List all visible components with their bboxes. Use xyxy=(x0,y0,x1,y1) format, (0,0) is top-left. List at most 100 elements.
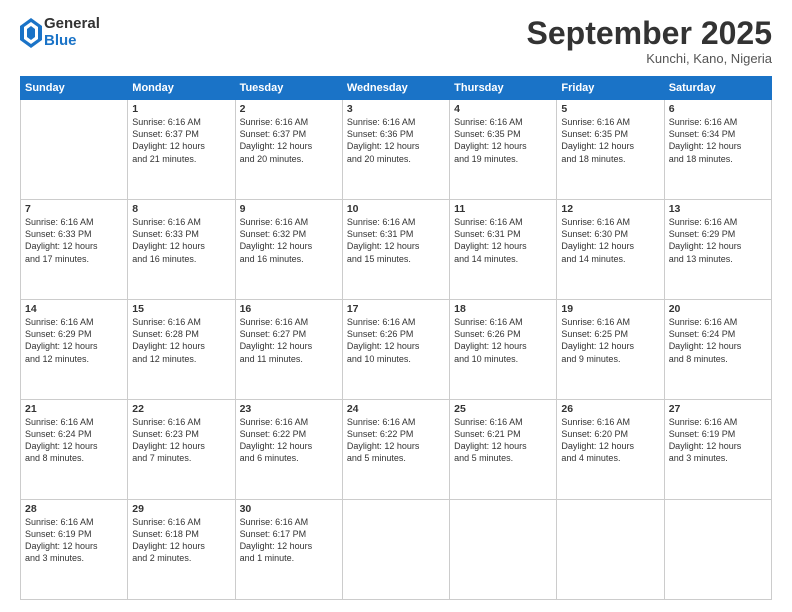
day-info: Sunrise: 6:16 AMSunset: 6:33 PMDaylight:… xyxy=(132,216,230,265)
calendar-table: Sunday Monday Tuesday Wednesday Thursday… xyxy=(20,76,772,600)
logo-blue-text: Blue xyxy=(44,33,100,50)
day-cell-w5-d2: 29Sunrise: 6:16 AMSunset: 6:18 PMDayligh… xyxy=(128,500,235,600)
day-cell-w4-d1: 21Sunrise: 6:16 AMSunset: 6:24 PMDayligh… xyxy=(21,400,128,500)
col-wednesday: Wednesday xyxy=(342,77,449,100)
day-info: Sunrise: 6:16 AMSunset: 6:37 PMDaylight:… xyxy=(132,116,230,165)
day-number: 11 xyxy=(454,203,552,215)
day-cell-w1-d2: 1Sunrise: 6:16 AMSunset: 6:37 PMDaylight… xyxy=(128,100,235,200)
week-row-5: 28Sunrise: 6:16 AMSunset: 6:19 PMDayligh… xyxy=(21,500,772,600)
day-info: Sunrise: 6:16 AMSunset: 6:24 PMDaylight:… xyxy=(25,416,123,465)
col-tuesday: Tuesday xyxy=(235,77,342,100)
day-info: Sunrise: 6:16 AMSunset: 6:26 PMDaylight:… xyxy=(347,316,445,365)
day-info: Sunrise: 6:16 AMSunset: 6:35 PMDaylight:… xyxy=(454,116,552,165)
day-info: Sunrise: 6:16 AMSunset: 6:30 PMDaylight:… xyxy=(561,216,659,265)
day-cell-w1-d7: 6Sunrise: 6:16 AMSunset: 6:34 PMDaylight… xyxy=(664,100,771,200)
day-number: 18 xyxy=(454,303,552,315)
day-number: 7 xyxy=(25,203,123,215)
day-cell-w5-d5 xyxy=(450,500,557,600)
day-info: Sunrise: 6:16 AMSunset: 6:19 PMDaylight:… xyxy=(669,416,767,465)
day-cell-w4-d5: 25Sunrise: 6:16 AMSunset: 6:21 PMDayligh… xyxy=(450,400,557,500)
day-cell-w2-d1: 7Sunrise: 6:16 AMSunset: 6:33 PMDaylight… xyxy=(21,200,128,300)
day-number: 23 xyxy=(240,403,338,415)
day-number: 3 xyxy=(347,103,445,115)
day-number: 12 xyxy=(561,203,659,215)
day-info: Sunrise: 6:16 AMSunset: 6:22 PMDaylight:… xyxy=(347,416,445,465)
day-number: 26 xyxy=(561,403,659,415)
day-cell-w2-d5: 11Sunrise: 6:16 AMSunset: 6:31 PMDayligh… xyxy=(450,200,557,300)
header: General Blue September 2025 Kunchi, Kano… xyxy=(20,16,772,66)
day-number: 8 xyxy=(132,203,230,215)
day-cell-w3-d1: 14Sunrise: 6:16 AMSunset: 6:29 PMDayligh… xyxy=(21,300,128,400)
day-cell-w2-d4: 10Sunrise: 6:16 AMSunset: 6:31 PMDayligh… xyxy=(342,200,449,300)
day-cell-w5-d7 xyxy=(664,500,771,600)
day-info: Sunrise: 6:16 AMSunset: 6:31 PMDaylight:… xyxy=(347,216,445,265)
day-cell-w3-d2: 15Sunrise: 6:16 AMSunset: 6:28 PMDayligh… xyxy=(128,300,235,400)
col-friday: Friday xyxy=(557,77,664,100)
day-number: 17 xyxy=(347,303,445,315)
week-row-3: 14Sunrise: 6:16 AMSunset: 6:29 PMDayligh… xyxy=(21,300,772,400)
logo: General Blue xyxy=(20,16,100,49)
day-number: 10 xyxy=(347,203,445,215)
col-sunday: Sunday xyxy=(21,77,128,100)
day-info: Sunrise: 6:16 AMSunset: 6:25 PMDaylight:… xyxy=(561,316,659,365)
week-row-2: 7Sunrise: 6:16 AMSunset: 6:33 PMDaylight… xyxy=(21,200,772,300)
day-number: 13 xyxy=(669,203,767,215)
day-info: Sunrise: 6:16 AMSunset: 6:36 PMDaylight:… xyxy=(347,116,445,165)
day-info: Sunrise: 6:16 AMSunset: 6:23 PMDaylight:… xyxy=(132,416,230,465)
day-info: Sunrise: 6:16 AMSunset: 6:32 PMDaylight:… xyxy=(240,216,338,265)
day-cell-w4-d3: 23Sunrise: 6:16 AMSunset: 6:22 PMDayligh… xyxy=(235,400,342,500)
day-number: 24 xyxy=(347,403,445,415)
day-info: Sunrise: 6:16 AMSunset: 6:22 PMDaylight:… xyxy=(240,416,338,465)
page: General Blue September 2025 Kunchi, Kano… xyxy=(0,0,792,612)
location: Kunchi, Kano, Nigeria xyxy=(527,51,772,66)
day-info: Sunrise: 6:16 AMSunset: 6:26 PMDaylight:… xyxy=(454,316,552,365)
day-info: Sunrise: 6:16 AMSunset: 6:28 PMDaylight:… xyxy=(132,316,230,365)
day-number: 27 xyxy=(669,403,767,415)
day-cell-w1-d1 xyxy=(21,100,128,200)
day-number: 4 xyxy=(454,103,552,115)
logo-text: General Blue xyxy=(44,16,100,49)
day-number: 15 xyxy=(132,303,230,315)
day-number: 16 xyxy=(240,303,338,315)
day-number: 5 xyxy=(561,103,659,115)
day-info: Sunrise: 6:16 AMSunset: 6:20 PMDaylight:… xyxy=(561,416,659,465)
day-info: Sunrise: 6:16 AMSunset: 6:17 PMDaylight:… xyxy=(240,516,338,565)
day-cell-w4-d2: 22Sunrise: 6:16 AMSunset: 6:23 PMDayligh… xyxy=(128,400,235,500)
day-cell-w3-d7: 20Sunrise: 6:16 AMSunset: 6:24 PMDayligh… xyxy=(664,300,771,400)
logo-icon xyxy=(20,18,42,48)
day-info: Sunrise: 6:16 AMSunset: 6:24 PMDaylight:… xyxy=(669,316,767,365)
day-cell-w2-d7: 13Sunrise: 6:16 AMSunset: 6:29 PMDayligh… xyxy=(664,200,771,300)
day-number: 1 xyxy=(132,103,230,115)
day-cell-w3-d5: 18Sunrise: 6:16 AMSunset: 6:26 PMDayligh… xyxy=(450,300,557,400)
day-cell-w2-d3: 9Sunrise: 6:16 AMSunset: 6:32 PMDaylight… xyxy=(235,200,342,300)
week-row-4: 21Sunrise: 6:16 AMSunset: 6:24 PMDayligh… xyxy=(21,400,772,500)
col-monday: Monday xyxy=(128,77,235,100)
day-number: 2 xyxy=(240,103,338,115)
day-number: 9 xyxy=(240,203,338,215)
day-number: 6 xyxy=(669,103,767,115)
day-cell-w5-d1: 28Sunrise: 6:16 AMSunset: 6:19 PMDayligh… xyxy=(21,500,128,600)
day-number: 20 xyxy=(669,303,767,315)
title-block: September 2025 Kunchi, Kano, Nigeria xyxy=(527,16,772,66)
day-info: Sunrise: 6:16 AMSunset: 6:35 PMDaylight:… xyxy=(561,116,659,165)
day-number: 14 xyxy=(25,303,123,315)
day-cell-w2-d2: 8Sunrise: 6:16 AMSunset: 6:33 PMDaylight… xyxy=(128,200,235,300)
day-cell-w3-d4: 17Sunrise: 6:16 AMSunset: 6:26 PMDayligh… xyxy=(342,300,449,400)
logo-general-text: General xyxy=(44,16,100,33)
day-cell-w2-d6: 12Sunrise: 6:16 AMSunset: 6:30 PMDayligh… xyxy=(557,200,664,300)
day-cell-w3-d3: 16Sunrise: 6:16 AMSunset: 6:27 PMDayligh… xyxy=(235,300,342,400)
day-number: 19 xyxy=(561,303,659,315)
day-info: Sunrise: 6:16 AMSunset: 6:21 PMDaylight:… xyxy=(454,416,552,465)
day-cell-w1-d6: 5Sunrise: 6:16 AMSunset: 6:35 PMDaylight… xyxy=(557,100,664,200)
day-info: Sunrise: 6:16 AMSunset: 6:33 PMDaylight:… xyxy=(25,216,123,265)
day-number: 22 xyxy=(132,403,230,415)
day-info: Sunrise: 6:16 AMSunset: 6:37 PMDaylight:… xyxy=(240,116,338,165)
week-row-1: 1Sunrise: 6:16 AMSunset: 6:37 PMDaylight… xyxy=(21,100,772,200)
day-info: Sunrise: 6:16 AMSunset: 6:29 PMDaylight:… xyxy=(669,216,767,265)
day-cell-w1-d3: 2Sunrise: 6:16 AMSunset: 6:37 PMDaylight… xyxy=(235,100,342,200)
day-info: Sunrise: 6:16 AMSunset: 6:31 PMDaylight:… xyxy=(454,216,552,265)
day-cell-w1-d4: 3Sunrise: 6:16 AMSunset: 6:36 PMDaylight… xyxy=(342,100,449,200)
day-cell-w5-d4 xyxy=(342,500,449,600)
day-number: 28 xyxy=(25,503,123,515)
day-cell-w5-d6 xyxy=(557,500,664,600)
